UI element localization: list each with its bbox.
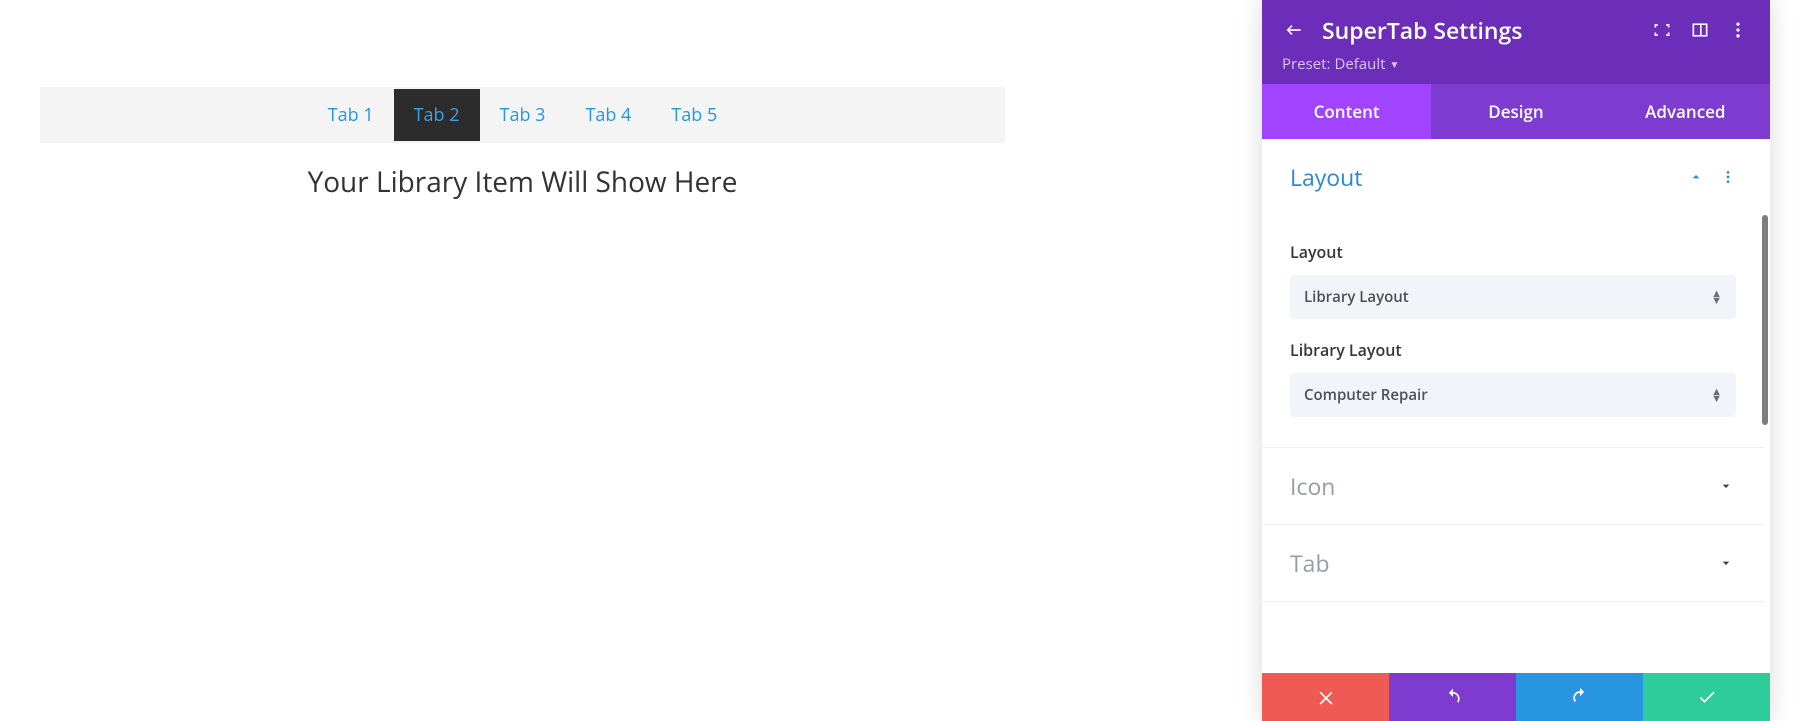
library-layout-select[interactable]: Computer Repair ▲▼ xyxy=(1290,373,1736,417)
section-icon: Icon xyxy=(1262,448,1764,525)
select-arrows-icon: ▲▼ xyxy=(1711,388,1722,402)
preset-value: Default xyxy=(1334,54,1385,74)
preview-tab-2[interactable]: Tab 2 xyxy=(394,89,480,141)
select-arrows-icon: ▲▼ xyxy=(1711,290,1722,304)
section-layout-header[interactable]: Layout xyxy=(1290,139,1736,215)
back-icon[interactable] xyxy=(1282,18,1306,42)
layout-type-select[interactable]: Library Layout ▲▼ xyxy=(1290,275,1736,319)
chevron-down-icon xyxy=(1716,553,1736,573)
preview-tab-3[interactable]: Tab 3 xyxy=(480,89,566,141)
tab-design[interactable]: Design xyxy=(1431,84,1600,139)
section-tab: Tab xyxy=(1262,525,1764,602)
undo-icon xyxy=(1443,687,1463,707)
tab-advanced[interactable]: Advanced xyxy=(1601,84,1770,139)
section-icon-title: Icon xyxy=(1290,470,1716,502)
library-placeholder-text: Your Library Item Will Show Here xyxy=(40,143,1005,201)
settings-panel: SuperTab Settings Preset: Default ▼ Cont… xyxy=(1262,0,1770,721)
redo-icon xyxy=(1570,687,1590,707)
preview-tab-strip: Tab 1 Tab 2 Tab 3 Tab 4 Tab 5 xyxy=(40,87,1005,143)
section-layout-body: Layout Library Layout ▲▼ Library Layout … xyxy=(1290,215,1736,447)
library-layout-value: Computer Repair xyxy=(1304,385,1711,405)
chevron-down-icon xyxy=(1716,476,1736,496)
redo-button[interactable] xyxy=(1516,673,1643,721)
preview-area: Tab 1 Tab 2 Tab 3 Tab 4 Tab 5 Your Libra… xyxy=(40,87,1005,201)
preview-tab-1[interactable]: Tab 1 xyxy=(308,89,394,141)
kebab-menu-icon[interactable] xyxy=(1726,18,1750,42)
panel-header: SuperTab Settings Preset: Default ▼ xyxy=(1262,0,1770,84)
save-button[interactable] xyxy=(1643,673,1770,721)
panel-body: Layout Layout Library Layout ▲▼ Library … xyxy=(1262,139,1770,673)
panel-scrollbar[interactable] xyxy=(1762,215,1768,425)
undo-button[interactable] xyxy=(1389,673,1516,721)
section-tab-header[interactable]: Tab xyxy=(1290,525,1736,601)
library-layout-label: Library Layout xyxy=(1290,339,1736,361)
layout-type-label: Layout xyxy=(1290,241,1736,263)
preset-selector[interactable]: Preset: Default ▼ xyxy=(1282,54,1399,74)
section-tab-title: Tab xyxy=(1290,547,1716,579)
check-icon xyxy=(1697,687,1717,707)
caret-down-icon: ▼ xyxy=(1389,57,1399,71)
dock-icon[interactable] xyxy=(1688,18,1712,42)
preset-label-prefix: Preset: xyxy=(1282,54,1330,74)
layout-type-value: Library Layout xyxy=(1304,287,1711,307)
close-icon xyxy=(1316,687,1336,707)
panel-footer xyxy=(1262,673,1770,721)
section-icon-header[interactable]: Icon xyxy=(1290,448,1736,524)
cancel-button[interactable] xyxy=(1262,673,1389,721)
preview-tab-4[interactable]: Tab 4 xyxy=(565,89,651,141)
tab-content[interactable]: Content xyxy=(1262,84,1431,139)
section-layout-title: Layout xyxy=(1290,161,1686,193)
section-layout-menu-icon[interactable] xyxy=(1720,167,1736,187)
expand-icon[interactable] xyxy=(1650,18,1674,42)
preview-tab-5[interactable]: Tab 5 xyxy=(651,89,737,141)
chevron-up-icon xyxy=(1686,167,1706,187)
panel-tabs: Content Design Advanced xyxy=(1262,84,1770,139)
section-layout: Layout Layout Library Layout ▲▼ Library … xyxy=(1262,139,1764,448)
panel-title: SuperTab Settings xyxy=(1320,14,1636,46)
